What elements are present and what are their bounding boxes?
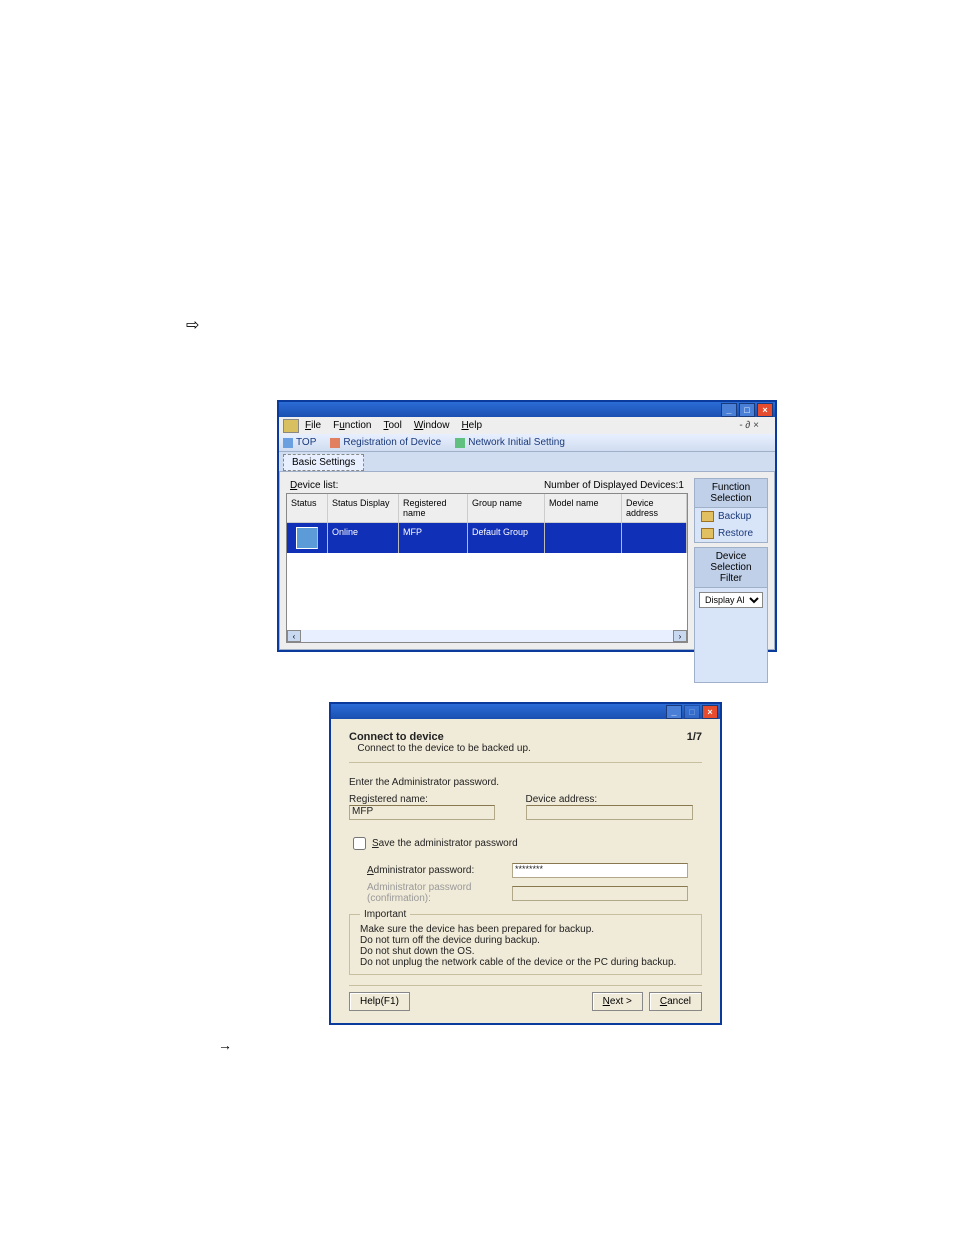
titlebar: _ □ × xyxy=(331,704,720,719)
mdi-buttons[interactable]: - ∂ × xyxy=(739,420,759,431)
col-status-display[interactable]: Status Display xyxy=(328,494,399,522)
col-registered-name[interactable]: Registered name xyxy=(399,494,468,522)
menu-help[interactable]: Help xyxy=(461,420,482,431)
h-scrollbar[interactable]: ‹ › xyxy=(287,630,687,642)
menu-function[interactable]: Function xyxy=(333,420,371,431)
menu-file[interactable]: FFileile xyxy=(305,420,321,431)
registered-name-field: MFP xyxy=(349,805,495,820)
next-button[interactable]: Next > xyxy=(592,992,643,1011)
scroll-right-icon[interactable]: › xyxy=(673,630,687,642)
important-legend: Important xyxy=(360,909,410,920)
arrow-icon: ⇨ xyxy=(186,315,199,335)
close-icon[interactable]: × xyxy=(702,705,718,719)
wizard-window: _ □ × Connect to device Connect to the d… xyxy=(329,702,722,1025)
warning-text: Make sure the device has been prepared f… xyxy=(360,924,691,935)
backup-icon xyxy=(701,511,714,522)
menu-window[interactable]: Window xyxy=(414,420,450,431)
admin-password-label: Administrator password: xyxy=(367,865,512,876)
maximize-icon: □ xyxy=(684,705,700,719)
wizard-subtitle: Connect to the device to be backed up. xyxy=(357,743,530,754)
admin-password-confirm-label: Administrator password (confirmation): xyxy=(367,882,512,904)
menubar: FFileile Function Tool Window Help - ∂ × xyxy=(279,417,775,434)
backup-link[interactable]: Backup xyxy=(695,508,767,525)
admin-password-confirm-input xyxy=(512,886,688,901)
titlebar: _ □ × xyxy=(279,402,775,417)
admin-password-input[interactable]: ******** xyxy=(512,863,688,878)
registered-name-label: Registered name: xyxy=(349,794,526,805)
table-row[interactable]: Online MFP Default Group xyxy=(287,523,687,553)
arrow-icon: → xyxy=(218,1037,232,1053)
toolbar-net[interactable]: Network Initial Setting xyxy=(455,437,565,448)
enter-password-label: Enter the Administrator password. xyxy=(349,777,702,788)
warning-text: Do not shut down the OS. xyxy=(360,946,691,957)
step-indicator: 1/7 xyxy=(687,731,702,754)
app-window: _ □ × FFileile Function Tool Window Help… xyxy=(277,400,777,652)
toolbar-reg[interactable]: Registration of Device xyxy=(330,437,441,448)
save-password-checkbox[interactable] xyxy=(353,837,366,850)
device-status-icon xyxy=(296,527,318,549)
toolbar-top[interactable]: TOP xyxy=(283,437,316,448)
maximize-icon[interactable]: □ xyxy=(739,403,755,417)
device-address-label: Device address: xyxy=(526,794,703,805)
device-address-field xyxy=(526,805,693,820)
device-list-label: Device list: xyxy=(290,480,338,491)
tab-basic-settings[interactable]: Basic Settings xyxy=(283,454,364,471)
save-password-label[interactable]: Save the administrator password xyxy=(372,838,518,849)
app-icon xyxy=(283,419,299,433)
warning-text: Do not turn off the device during backup… xyxy=(360,935,691,946)
minimize-icon[interactable]: _ xyxy=(721,403,737,417)
close-icon[interactable]: × xyxy=(757,403,773,417)
device-grid[interactable]: Status Status Display Registered name Gr… xyxy=(286,493,688,643)
cancel-button[interactable]: Cancel xyxy=(649,992,702,1011)
restore-icon xyxy=(701,528,714,539)
device-count: Number of Displayed Devices:1 xyxy=(544,480,684,491)
col-group-name[interactable]: Group name xyxy=(468,494,545,522)
help-button[interactable]: Help(F1) xyxy=(349,992,410,1011)
col-model-name[interactable]: Model name xyxy=(545,494,622,522)
minimize-icon[interactable]: _ xyxy=(666,705,682,719)
filter-select[interactable]: Display All xyxy=(699,592,763,608)
menu-tool[interactable]: Tool xyxy=(383,420,401,431)
scroll-left-icon[interactable]: ‹ xyxy=(287,630,301,642)
col-device-address[interactable]: Device address xyxy=(622,494,687,522)
wizard-title: Connect to device xyxy=(349,731,444,743)
toolbar: TOP Registration of Device Network Initi… xyxy=(279,434,775,452)
function-selection-header: Function Selection xyxy=(695,479,767,508)
restore-link[interactable]: Restore xyxy=(695,525,767,542)
device-filter-header: Device Selection Filter xyxy=(695,548,767,588)
warning-text: Do not unplug the network cable of the d… xyxy=(360,957,691,968)
col-status[interactable]: Status xyxy=(287,494,328,522)
